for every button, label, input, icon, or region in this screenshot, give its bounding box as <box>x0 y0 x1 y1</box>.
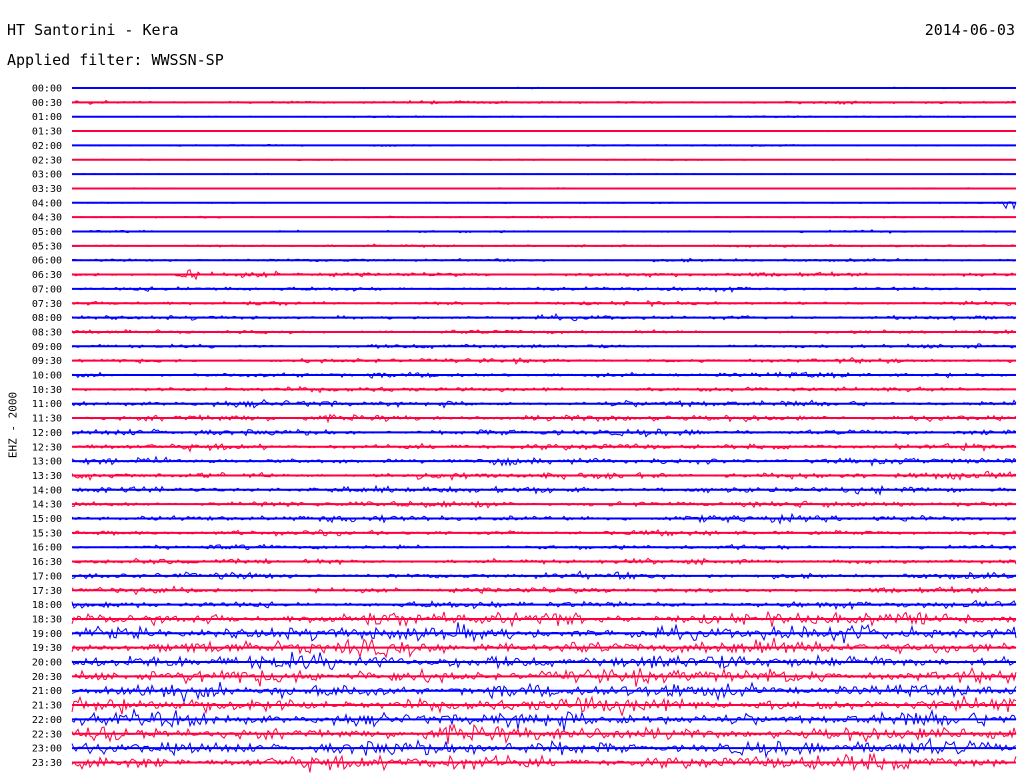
time-label: 18:30 <box>32 614 62 625</box>
time-label: 08:30 <box>32 327 62 338</box>
time-label: 12:00 <box>32 428 62 439</box>
time-label: 20:00 <box>32 658 62 669</box>
time-label: 00:30 <box>32 98 62 109</box>
time-label: 10:30 <box>32 385 62 396</box>
time-label: 20:30 <box>32 672 62 683</box>
time-label: 00:00 <box>32 84 62 95</box>
time-label: 06:00 <box>32 256 62 267</box>
time-label: 02:30 <box>32 155 62 166</box>
time-label: 11:30 <box>32 414 62 425</box>
time-label: 16:00 <box>32 543 62 554</box>
time-label: 07:30 <box>32 299 62 310</box>
time-label: 16:30 <box>32 557 62 568</box>
time-label: 08:00 <box>32 313 62 324</box>
time-label: 17:30 <box>32 586 62 597</box>
time-label: 19:30 <box>32 643 62 654</box>
time-label-group: 00:00 00:30 01:00 01:30 02:00 02:30 03:00 03:30… <box>32 84 62 769</box>
time-label: 03:30 <box>32 184 62 195</box>
time-label: 23:30 <box>32 758 62 769</box>
time-label: 01:30 <box>32 127 62 138</box>
time-label: 15:00 <box>32 514 62 525</box>
trace-2030 <box>71 666 1017 687</box>
time-label: 14:30 <box>32 500 62 511</box>
time-label: 14:00 <box>32 485 62 496</box>
time-label: 22:30 <box>32 729 62 740</box>
helicorder-plot: 00:00 00:30 01:00 01:30 02:00 02:30 03:00 03:30… <box>32 84 1017 773</box>
time-label: 12:30 <box>32 442 62 453</box>
time-label: 11:00 <box>32 399 62 410</box>
time-label: 13:30 <box>32 471 62 482</box>
time-label: 21:30 <box>32 701 62 712</box>
trace-group <box>71 86 1017 773</box>
time-label: 23:00 <box>32 744 62 755</box>
time-label: 02:00 <box>32 141 62 152</box>
time-label: 06:30 <box>32 270 62 281</box>
time-label: 22:00 <box>32 715 62 726</box>
time-label: 09:00 <box>32 342 62 353</box>
time-label: 03:00 <box>32 170 62 181</box>
trace-2000 <box>71 651 1017 671</box>
time-label: 07:00 <box>32 284 62 295</box>
time-label: 05:30 <box>32 241 62 252</box>
time-label: 05:00 <box>32 227 62 238</box>
time-label: 09:30 <box>32 356 62 367</box>
time-label: 04:00 <box>32 198 62 209</box>
time-label: 17:00 <box>32 571 62 582</box>
time-label: 15:30 <box>32 528 62 539</box>
time-label: 04:30 <box>32 213 62 224</box>
trace-2100 <box>71 681 1017 704</box>
time-label: 21:00 <box>32 686 62 697</box>
time-label: 01:00 <box>32 112 62 123</box>
time-label: 10:00 <box>32 371 62 382</box>
time-label: 13:00 <box>32 457 62 468</box>
time-label: 19:00 <box>32 629 62 640</box>
time-label: 18:00 <box>32 600 62 611</box>
